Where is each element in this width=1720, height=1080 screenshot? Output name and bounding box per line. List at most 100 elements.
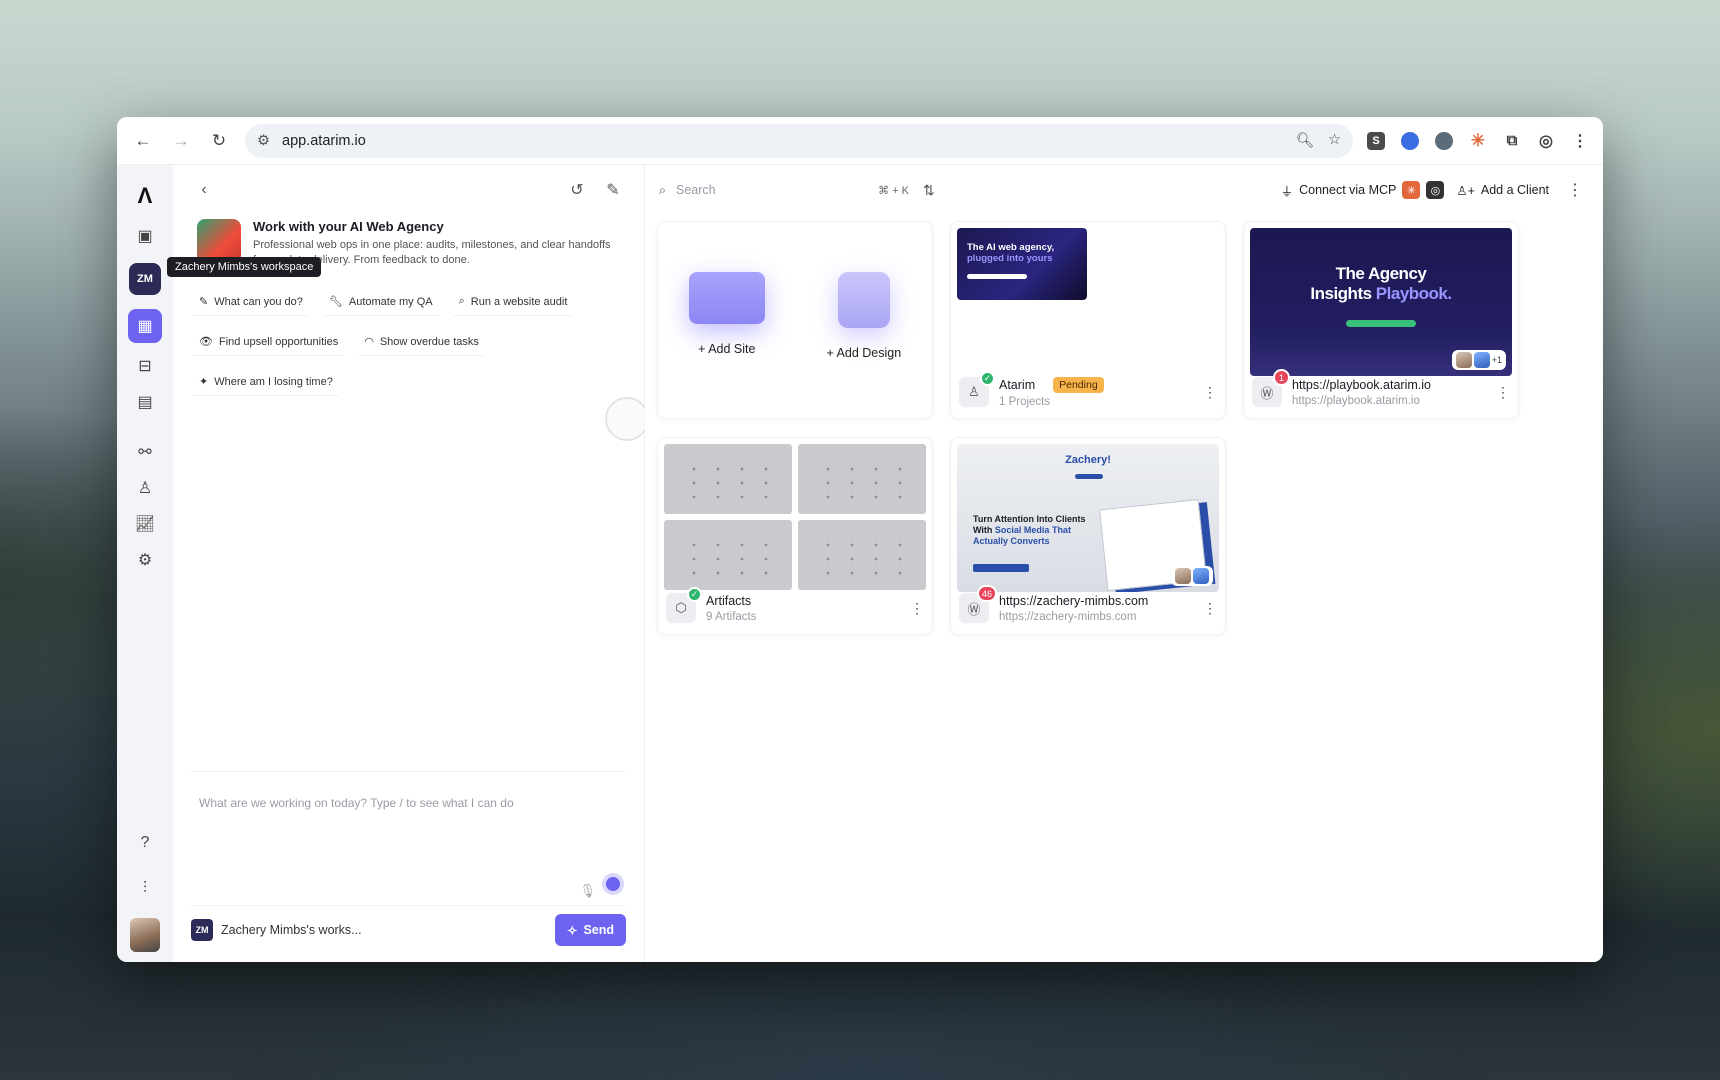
eye-icon: 👁︎ bbox=[199, 336, 213, 348]
search-shortcut: ⌘ + K bbox=[878, 184, 909, 197]
history-icon[interactable]: ↺ bbox=[564, 177, 590, 203]
back-icon[interactable]: ← bbox=[131, 129, 155, 153]
add-card: + Add Site + Add Design bbox=[657, 221, 933, 419]
folder-icon bbox=[688, 272, 765, 324]
suggestion-automate-qa[interactable]: 🔧︎ Automate my QA bbox=[322, 288, 439, 316]
user-avatar[interactable] bbox=[130, 918, 160, 952]
site-settings-icon[interactable]: ⚙ bbox=[257, 133, 270, 149]
artifacts-card[interactable]: ⬡ ✓ Artifacts 9 Artifacts ⋮ bbox=[657, 437, 933, 635]
chat-header: ‹ ↺ ✎ bbox=[191, 165, 626, 215]
card-title: Atarim bbox=[999, 377, 1036, 392]
extensions-area: S ✳ ⧉ ◎ ⋮ bbox=[1367, 131, 1589, 150]
client-card-atarim[interactable]: The AI web agency, plugged into yours ♙ ✓… bbox=[950, 221, 1226, 419]
dashboard-grid-icon[interactable]: ▦ bbox=[128, 309, 162, 343]
workspace-switcher[interactable]: ZM bbox=[129, 263, 161, 295]
artifact-thumbnail bbox=[798, 520, 926, 590]
settings-gear-icon[interactable]: ⚙ bbox=[128, 543, 162, 577]
reload-icon[interactable]: ↻ bbox=[207, 129, 231, 153]
message-input[interactable]: What are we working on today? Type / to … bbox=[191, 771, 626, 905]
atarim-logo[interactable]: Λ bbox=[128, 179, 162, 213]
more-options-icon[interactable]: ⋮ bbox=[1561, 180, 1589, 200]
card-menu-icon[interactable]: ⋮ bbox=[910, 600, 924, 617]
claude-icon: ✳ bbox=[1402, 181, 1421, 199]
shield-extension-icon[interactable] bbox=[1435, 131, 1453, 150]
message-placeholder: What are we working on today? Type / to … bbox=[199, 796, 514, 810]
left-rail: Λ ▣ ZM Zachery Mimbs's workspace ▦ ⊟ ▤ ⚯… bbox=[117, 165, 322, 962]
card-subtitle: https://playbook.atarim.io bbox=[1292, 394, 1420, 407]
suggestion-list: ✎ What can you do? 🔧︎ Automate my QA ⌕ Run … bbox=[191, 288, 626, 408]
status-badge: Pending bbox=[1053, 376, 1104, 393]
toggle-panel-icon[interactable]: ▣ bbox=[128, 219, 162, 253]
card-footer: ⬡ ✓ Artifacts 9 Artifacts ⋮ bbox=[666, 587, 924, 626]
document-icon bbox=[837, 272, 890, 328]
add-site-button[interactable]: + Add Site bbox=[698, 342, 755, 356]
connect-mcp-button[interactable]: ⏚ Connect via MCP ✳ ◎ bbox=[1281, 181, 1445, 200]
site-card-playbook[interactable]: The Agency Insights Playbook. +1 Ⓦ 1 http… bbox=[1243, 221, 1519, 419]
card-footer: ♙ ✓ Atarim Pending 1 Projects ⋮ bbox=[959, 371, 1217, 410]
playbook-thumbnail: The Agency Insights Playbook. +1 bbox=[1250, 228, 1512, 376]
card-title: https://playbook.atarim.io bbox=[1292, 377, 1431, 392]
app-shell: Λ ▣ ZM Zachery Mimbs's workspace ▦ ⊟ ▤ ⚯… bbox=[117, 165, 1603, 962]
artifacts-thumbnails bbox=[664, 444, 926, 590]
chat-composer: What are we working on today? Type / to … bbox=[191, 771, 626, 946]
microphone-icon[interactable]: 🎙︎ bbox=[579, 883, 596, 899]
add-design-tile[interactable]: + Add Design bbox=[826, 272, 901, 418]
gauge-icon: ◠ bbox=[364, 336, 374, 348]
card-subtitle: 1 Projects bbox=[999, 395, 1051, 408]
profile-icon[interactable]: ◎ bbox=[1537, 132, 1555, 150]
search-input[interactable]: ⌕ Search ⌘ + K bbox=[659, 183, 909, 198]
ai-chat-panel: ‹ ↺ ✎ Work with your AI Web Agency Profe… bbox=[173, 165, 649, 962]
usage-bars-icon[interactable]: ⫶ bbox=[128, 872, 162, 906]
suggestion-losing-time[interactable]: ✦ Where am I losing time? bbox=[193, 368, 339, 396]
browser-menu-icon[interactable]: ⋮ bbox=[1571, 132, 1589, 150]
sparkle-icon: ✦ bbox=[199, 376, 209, 388]
add-design-button[interactable]: + Add Design bbox=[826, 346, 901, 360]
check-badge-icon: ✓ bbox=[980, 371, 995, 386]
collaborator-avatars[interactable] bbox=[1171, 566, 1213, 586]
workspace-chip[interactable]: ZM bbox=[191, 919, 213, 941]
s-extension-icon[interactable]: S bbox=[1367, 131, 1385, 150]
analytics-icon[interactable]: 📈︎ bbox=[128, 507, 162, 541]
integrations-icon[interactable]: ⚯ bbox=[128, 435, 162, 469]
send-button[interactable]: ✧ Send bbox=[554, 914, 626, 946]
bookmark-star-icon[interactable]: ☆ bbox=[1328, 132, 1341, 149]
add-client-button[interactable]: ♙+ Add a Client bbox=[1456, 183, 1549, 198]
suggestion-overdue-tasks[interactable]: ◠ Show overdue tasks bbox=[358, 328, 485, 356]
suggestion-upsell[interactable]: 👁︎ Find upsell opportunities bbox=[193, 328, 345, 356]
workspace-tooltip: Zachery Mimbs's workspace bbox=[167, 257, 322, 277]
suggestion-what-can-you-do[interactable]: ✎ What can you do? bbox=[193, 288, 309, 316]
card-menu-icon[interactable]: ⋮ bbox=[1203, 384, 1217, 401]
wordpress-icon: Ⓦ 46 bbox=[959, 585, 997, 623]
card-subtitle: https://zachery-mimbs.com bbox=[999, 610, 1137, 623]
url-text: app.atarim.io bbox=[282, 132, 366, 149]
check-badge-icon: ✓ bbox=[687, 587, 702, 602]
site-card-zachery[interactable]: Zachery! Turn Attention Into Clients Wit… bbox=[950, 437, 1226, 635]
help-icon[interactable]: ? bbox=[128, 826, 162, 860]
plug-icon: ⏚ bbox=[1280, 184, 1294, 199]
composer-footer: ZM Zachery Mimbs's works... ✧ Send bbox=[191, 905, 626, 946]
workspace-selector[interactable]: Zachery Mimbs's works... bbox=[221, 923, 362, 937]
collaborator-avatars[interactable]: +1 bbox=[1451, 350, 1506, 370]
asterisk-extension-icon[interactable]: ✳ bbox=[1469, 131, 1487, 150]
add-site-tile[interactable]: + Add Site bbox=[688, 272, 765, 418]
collapse-chevron-icon[interactable]: ‹ bbox=[191, 177, 217, 203]
new-chat-edit-icon[interactable]: ✎ bbox=[600, 177, 626, 203]
box-icon: ⬡ ✓ bbox=[666, 587, 702, 623]
avatar bbox=[1455, 352, 1472, 368]
boards-icon[interactable]: ▤ bbox=[128, 385, 162, 419]
forward-icon[interactable]: → bbox=[169, 129, 193, 153]
card-menu-icon[interactable]: ⋮ bbox=[1203, 600, 1217, 617]
inbox-icon[interactable]: ⊟ bbox=[128, 349, 162, 383]
suggestion-website-audit[interactable]: ⌕ Run a website audit bbox=[452, 288, 574, 316]
intro-subtitle-1: Professional web ops in one place: audit… bbox=[253, 239, 611, 251]
sort-icon[interactable]: ⇅ bbox=[923, 182, 935, 199]
blue-circle-extension-icon[interactable] bbox=[1401, 131, 1419, 150]
search-icon: ⌕ bbox=[458, 295, 465, 307]
notification-badge: 46 bbox=[976, 585, 997, 602]
atarim-thumbnail: The AI web agency, plugged into yours bbox=[957, 228, 1087, 300]
zoom-icon[interactable]: 🔍︎ bbox=[1296, 132, 1314, 149]
puzzle-extensions-icon[interactable]: ⧉ bbox=[1503, 132, 1521, 150]
users-icon[interactable]: ♙ bbox=[128, 471, 162, 505]
address-bar[interactable]: ⚙ app.atarim.io 🔍︎ ☆ bbox=[245, 123, 1353, 158]
card-menu-icon[interactable]: ⋮ bbox=[1496, 384, 1510, 401]
